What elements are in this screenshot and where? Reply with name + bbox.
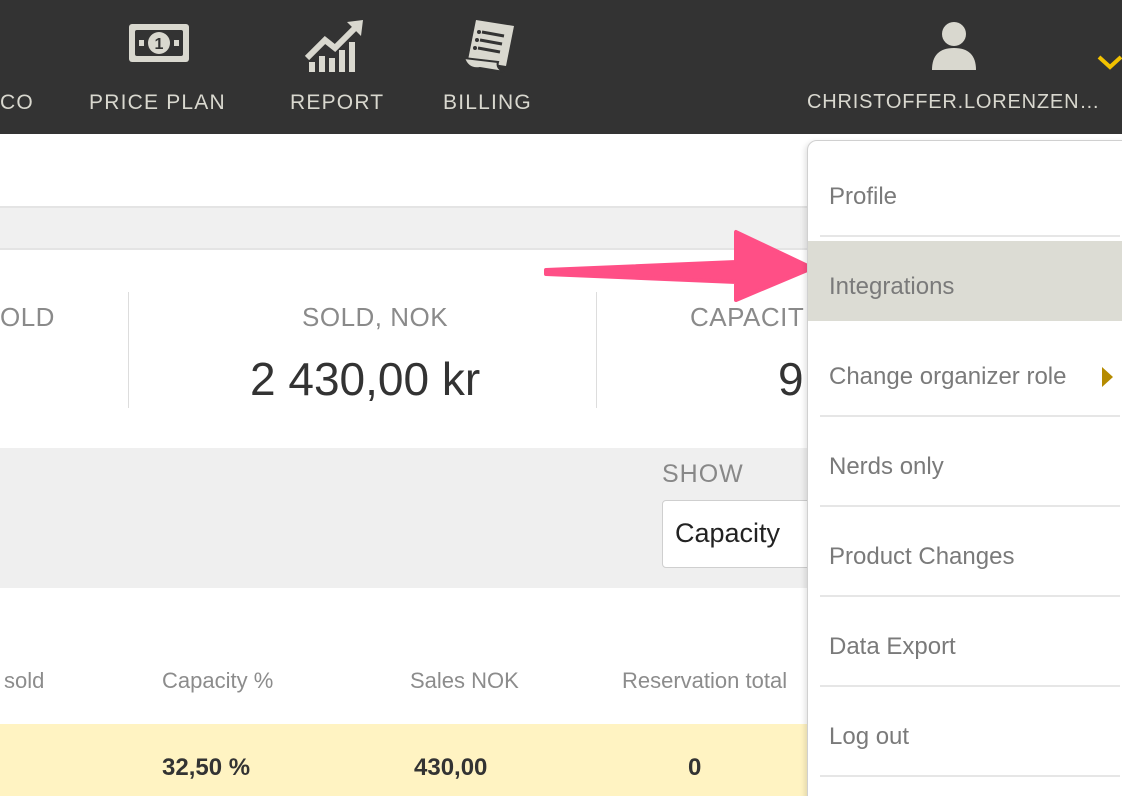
menu-item-profile[interactable]: Profile (820, 151, 1120, 237)
cell-capacity-pct: 32,50 % (162, 754, 251, 781)
divider (820, 775, 1120, 777)
user-name: CHRISTOFFER.LORENZEN… (807, 91, 1101, 113)
stat-sold-nok-label: SOLD, NOK (302, 302, 449, 332)
chevron-down-icon[interactable] (1097, 55, 1122, 76)
column-header[interactable]: Capacity % (162, 668, 273, 694)
divider (820, 685, 1120, 687)
top-nav: CO 1 PRICE PLAN REPORT BILLING CHRISTOFF… (0, 0, 1122, 134)
user-icon (930, 20, 978, 75)
divider (820, 505, 1120, 507)
nav-item-label: BILLING (443, 91, 532, 114)
column-header[interactable]: Sales NOK (410, 668, 519, 694)
menu-item-label: Log out (829, 723, 910, 750)
money-icon: 1 (127, 18, 191, 73)
receipt-icon (460, 18, 520, 79)
menu-item-change-organizer-role[interactable]: Change organizer role (820, 331, 1120, 417)
divider (820, 235, 1120, 237)
menu-item-label: Nerds only (829, 453, 944, 480)
cell-reservation-total: 0 (688, 754, 702, 781)
user-dropdown-menu: Profile Integrations Change organizer ro… (807, 140, 1122, 796)
nav-item-label: CO (0, 91, 34, 114)
nav-item-co[interactable]: CO (0, 0, 60, 134)
column-header[interactable]: sold (4, 668, 44, 694)
stat-sold-label: OLD (0, 302, 55, 332)
menu-item-nerds-only[interactable]: Nerds only (820, 421, 1120, 507)
nav-item-report[interactable]: REPORT (285, 0, 395, 134)
svg-text:1: 1 (155, 36, 164, 53)
nav-item-label: PRICE PLAN (89, 91, 226, 114)
menu-item-log-out[interactable]: Log out (820, 691, 1120, 777)
chevron-right-icon (1102, 367, 1113, 387)
show-label: SHOW (662, 460, 744, 488)
menu-item-label: Integrations (829, 273, 955, 300)
divider (128, 292, 129, 408)
app-root: CO 1 PRICE PLAN REPORT BILLING CHRISTOFF… (0, 0, 1122, 796)
divider (820, 415, 1120, 417)
menu-item-label: Product Changes (829, 543, 1015, 570)
nav-item-label: REPORT (290, 91, 385, 114)
menu-item-product-changes[interactable]: Product Changes (820, 511, 1120, 597)
menu-item-data-export[interactable]: Data Export (820, 601, 1120, 687)
annotation-arrow (540, 224, 820, 329)
menu-item-label: Data Export (829, 633, 956, 660)
menu-item-label: Profile (829, 183, 898, 210)
menu-item-label: Change organizer role (829, 363, 1067, 390)
cell-sales-nok: 430,00 (414, 754, 488, 781)
show-select-value: Capacity (675, 518, 781, 548)
nav-item-price-plan[interactable]: 1 PRICE PLAN (85, 0, 235, 134)
divider (820, 595, 1120, 597)
stat-sold-nok-value: 2 430,00 kr (250, 353, 481, 405)
nav-item-billing[interactable]: BILLING (440, 0, 550, 134)
chart-up-icon (303, 18, 367, 79)
menu-item-integrations[interactable]: Integrations (808, 241, 1122, 321)
column-header[interactable]: Reservation total (622, 668, 787, 694)
stat-capacity-value: 9 (778, 353, 804, 405)
